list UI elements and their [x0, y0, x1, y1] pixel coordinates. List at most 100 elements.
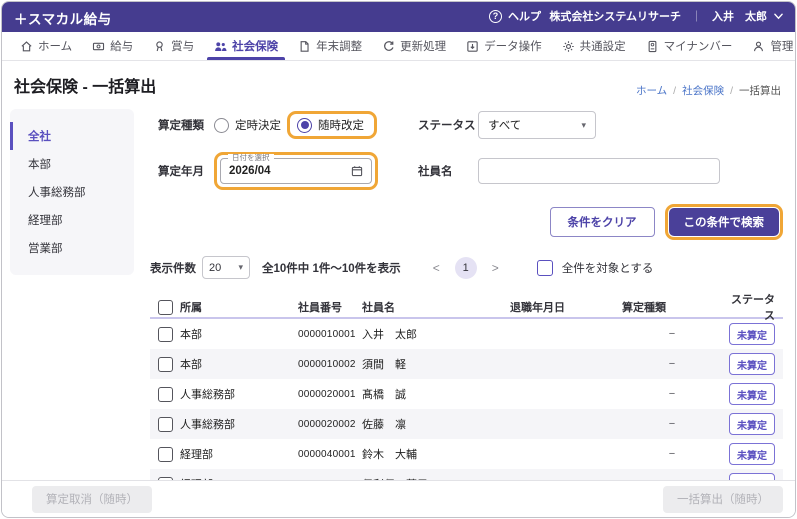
- table-row: 人事総務部 0000020001 髙橋 誠 − 未算定: [150, 379, 783, 409]
- highlight-box-radio: 随時改定: [287, 111, 377, 139]
- filter-panel: 算定種類 定時決定 随時改定 ステータス: [150, 111, 783, 190]
- nav-item-my-number[interactable]: マイナンバー: [636, 32, 743, 60]
- breadcrumb-separator: /: [673, 85, 676, 97]
- app-window: ＋スマカル給与 ? ヘルプ 株式会社システムリサーチ ｜ 入井 太郎 ホーム 給…: [1, 1, 796, 518]
- column-header: 所属: [180, 299, 298, 315]
- cell-calc-type: −: [622, 418, 722, 430]
- calendar-icon: [351, 165, 363, 177]
- row-checkbox[interactable]: [158, 447, 173, 462]
- sidebar-item-department[interactable]: 人事総務部: [10, 178, 134, 206]
- breadcrumb-separator: /: [730, 85, 733, 97]
- status-select[interactable]: すべて ▾: [478, 111, 596, 139]
- cell-department: 人事総務部: [180, 416, 298, 432]
- department-sidebar: 全社 本部 人事総務部 経理部 営業部: [10, 109, 134, 275]
- help-link[interactable]: ? ヘルプ: [489, 8, 541, 24]
- sidebar-item-department[interactable]: 経理部: [10, 206, 134, 234]
- column-header: 算定種類: [622, 299, 722, 315]
- status-badge[interactable]: 未算定: [729, 383, 775, 405]
- help-label: ヘルプ: [508, 8, 541, 24]
- nav-item-payroll[interactable]: 給与: [82, 32, 143, 60]
- caret-down-icon: ▾: [238, 262, 243, 273]
- cell-calc-type: −: [622, 358, 722, 370]
- table-row: 人事総務部 0000020002 佐藤 凛 − 未算定: [150, 409, 783, 439]
- cell-department: 本部: [180, 326, 298, 342]
- nav-item-data[interactable]: データ操作: [456, 32, 552, 60]
- clear-conditions-button[interactable]: 条件をクリア: [550, 207, 655, 237]
- select-all-checkbox[interactable]: [537, 260, 553, 276]
- per-page-select[interactable]: 20 ▾: [202, 256, 250, 279]
- bonus-icon: [153, 40, 166, 53]
- cell-employee-number: 0000020002: [298, 419, 362, 430]
- row-checkbox[interactable]: [158, 417, 173, 432]
- table-row: 本部 0000010002 須間 軽 − 未算定: [150, 349, 783, 379]
- cell-employee-number: 0000040001: [298, 449, 362, 460]
- bulk-calc-button[interactable]: 一括算出（随時）: [663, 486, 783, 513]
- cancel-calc-button[interactable]: 算定取消（随時）: [32, 486, 152, 513]
- help-icon: ?: [489, 10, 502, 23]
- breadcrumb-link[interactable]: 社会保険: [682, 83, 724, 98]
- table-row: 経理部 0000040001 鈴木 大輔 − 未算定: [150, 439, 783, 469]
- result-range-text: 全10件中 1件〜10件を表示: [262, 260, 401, 276]
- header-checkbox[interactable]: [158, 300, 173, 315]
- nav-item-social-insurance[interactable]: 社会保険: [204, 32, 288, 60]
- column-header: 社員番号: [298, 299, 362, 315]
- breadcrumb-link[interactable]: ホーム: [636, 83, 667, 98]
- cell-department: 経理部: [180, 446, 298, 462]
- nav-item-update[interactable]: 更新処理: [372, 32, 456, 60]
- main-panel: 算定種類 定時決定 随時改定 ステータス: [134, 103, 787, 499]
- admin-icon: [752, 40, 765, 53]
- nav-item-admin[interactable]: 管理: [742, 32, 796, 60]
- radio-zuiji-kaitei[interactable]: 随時改定: [297, 117, 364, 133]
- topbar: ＋スマカル給与 ? ヘルプ 株式会社システムリサーチ ｜ 入井 太郎: [2, 2, 795, 32]
- radio-teiji-kettei[interactable]: 定時決定: [214, 117, 281, 133]
- calc-type-label: 算定種類: [150, 117, 214, 133]
- page-number[interactable]: 1: [455, 257, 477, 279]
- sidebar-item-department[interactable]: 営業部: [10, 234, 134, 262]
- title-row: 社会保険 - 一括算出 ホーム/社会保険/一括算出: [2, 61, 795, 103]
- social-insurance-icon: [214, 40, 227, 53]
- employee-table: 所属社員番号社員名退職年月日算定種類ステータス 本部 0000010001 入井…: [150, 291, 783, 499]
- topbar-separator: ｜: [691, 8, 702, 24]
- nav-item-year-end[interactable]: 年末調整: [288, 32, 372, 60]
- cell-employee-number: 0000010001: [298, 329, 362, 340]
- company-name: 株式会社システムリサーチ: [549, 8, 681, 24]
- cell-department: 人事総務部: [180, 386, 298, 402]
- cell-calc-type: −: [622, 328, 722, 340]
- row-checkbox[interactable]: [158, 327, 173, 342]
- nav-item-home[interactable]: ホーム: [10, 32, 82, 60]
- employee-name-input[interactable]: [478, 158, 720, 184]
- nav-item-settings[interactable]: 共通設定: [552, 32, 636, 60]
- row-checkbox[interactable]: [158, 387, 173, 402]
- status-badge[interactable]: 未算定: [729, 413, 775, 435]
- target-month-label: 算定年月: [150, 163, 214, 179]
- breadcrumb-current: 一括算出: [739, 83, 781, 98]
- year-end-icon: [298, 40, 311, 53]
- cell-employee-name: 佐藤 凛: [362, 416, 510, 432]
- date-value: 2026/04: [229, 165, 271, 177]
- list-controls: 表示件数 20 ▾ 全10件中 1件〜10件を表示 < 1 > 全件を対象とする: [150, 256, 783, 279]
- row-checkbox[interactable]: [158, 357, 173, 372]
- pagination: < 1 >: [431, 257, 501, 279]
- column-header: ステータス: [722, 291, 783, 323]
- status-badge[interactable]: 未算定: [729, 443, 775, 465]
- status-badge[interactable]: 未算定: [729, 353, 775, 375]
- radio-icon: [214, 118, 229, 133]
- table-row: 本部 0000010001 入井 太郎 − 未算定: [150, 319, 783, 349]
- app-logo[interactable]: ＋スマカル給与: [14, 8, 112, 28]
- target-month-input[interactable]: 日付を選択 2026/04: [220, 158, 372, 184]
- chevron-down-icon: [774, 13, 783, 20]
- cell-calc-type: −: [622, 448, 722, 460]
- topbar-right: 株式会社システムリサーチ ｜ 入井 太郎: [549, 8, 783, 24]
- sidebar-item-department[interactable]: 本部: [10, 150, 134, 178]
- user-menu[interactable]: 入井 太郎: [712, 8, 783, 24]
- home-icon: [20, 40, 33, 53]
- nav-item-bonus[interactable]: 賞与: [143, 32, 204, 60]
- status-badge[interactable]: 未算定: [729, 323, 775, 345]
- next-page-button[interactable]: >: [490, 261, 501, 275]
- cell-employee-name: 鈴木 大輔: [362, 446, 510, 462]
- sidebar-item-department[interactable]: 全社: [10, 122, 134, 150]
- settings-icon: [562, 40, 575, 53]
- filter-actions: 条件をクリア この条件で検索: [150, 204, 783, 240]
- search-button[interactable]: この条件で検索: [669, 208, 780, 236]
- prev-page-button[interactable]: <: [431, 261, 442, 275]
